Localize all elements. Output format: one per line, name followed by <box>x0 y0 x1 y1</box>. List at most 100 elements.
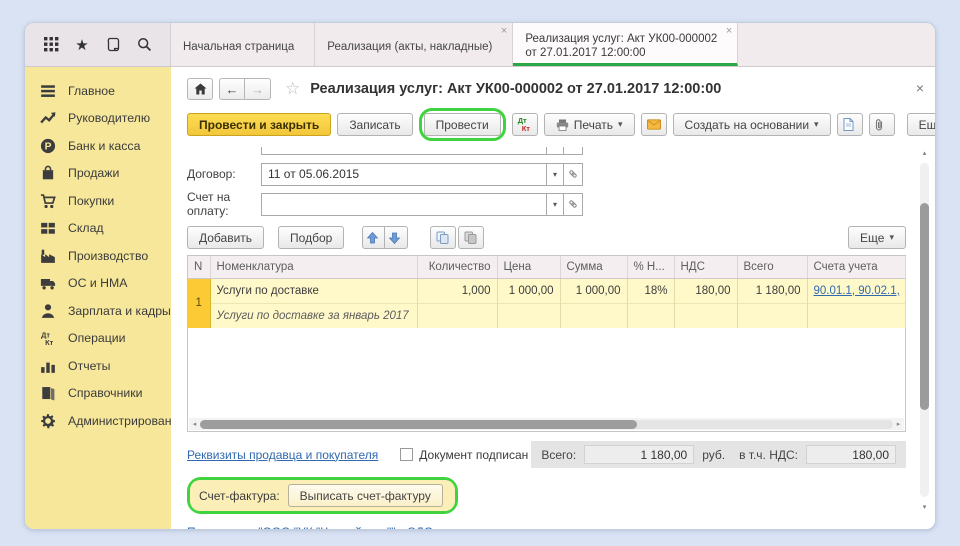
print-button[interactable]: Печать▾ <box>544 113 635 136</box>
invoice-payment-input[interactable] <box>261 193 546 216</box>
contract-link-icon[interactable] <box>564 163 583 186</box>
col-quantity[interactable]: Количество <box>417 256 497 278</box>
sum-cell[interactable]: 1 000,00 <box>560 278 627 303</box>
tab-close-icon[interactable]: × <box>501 26 507 37</box>
nomenclature-cell[interactable]: Услуги по доставке <box>210 278 417 303</box>
create-on-basis-button[interactable]: Создать на основании▾ <box>673 113 831 136</box>
col-total[interactable]: Всего <box>737 256 807 278</box>
col-vat-rate[interactable]: % Н... <box>627 256 674 278</box>
sidebar-item-salary-hr[interactable]: Зарплата и кадры <box>25 297 171 325</box>
sidebar-item-bank-cash[interactable]: Р Банк и касса <box>25 132 171 160</box>
connect-edo-link[interactable]: Подключить "ООО "УК "Чистый дом"" к ЭДО <box>187 525 433 530</box>
tab-realization-doc[interactable]: Реализация услуг: Акт УК00-000002 от 27.… <box>513 23 738 66</box>
document-file-button[interactable] <box>837 113 863 136</box>
window-vertical-scrollbar[interactable]: ▴ ▾ <box>918 149 931 511</box>
move-up-button[interactable] <box>362 226 385 249</box>
printer-icon <box>556 119 569 131</box>
invoice-payment-label: Счет на оплату: <box>187 190 261 218</box>
sidebar-item-production[interactable]: Производство <box>25 242 171 270</box>
shopping-cart-icon <box>40 193 56 209</box>
back-button[interactable]: ← <box>219 78 245 100</box>
col-nomenclature[interactable]: Номенклатура <box>210 256 417 278</box>
invoice-payment-link-icon[interactable] <box>564 193 583 216</box>
sidebar-item-label: Операции <box>68 331 126 345</box>
post-and-close-button[interactable]: Провести и закрыть <box>187 113 331 136</box>
home-button[interactable] <box>187 78 213 100</box>
content-cell[interactable]: Услуги по доставке за январь 2017 <box>210 303 417 328</box>
email-button[interactable] <box>641 113 667 136</box>
issue-invoice-button[interactable]: Выписать счет-фактуру <box>288 484 443 507</box>
tab-realization-list[interactable]: Реализация (акты, накладные) × <box>315 23 513 66</box>
sidebar-item-main[interactable]: Главное <box>25 77 171 105</box>
total-cell[interactable]: 1 180,00 <box>737 278 807 303</box>
pick-button[interactable]: Подбор <box>278 226 344 249</box>
sidebar-item-label: Зарплата и кадры <box>68 304 171 318</box>
dtkt-icon: Дт Кт <box>518 117 530 132</box>
history-icon[interactable] <box>102 34 124 56</box>
attachment-button[interactable] <box>869 113 895 136</box>
favorite-star-icon[interactable]: ☆ <box>285 79 300 99</box>
invoice-payment-dropdown-icon[interactable]: ▾ <box>546 193 564 216</box>
seller-buyer-requisites-link[interactable]: Реквизиты продавца и покупателя <box>187 448 378 462</box>
sidebar-item-operations[interactable]: ДтКт Операции <box>25 325 171 353</box>
vat-rate-cell[interactable]: 18% <box>627 278 674 303</box>
save-button[interactable]: Записать <box>337 113 412 136</box>
vat-cell[interactable]: 180,00 <box>674 278 737 303</box>
trend-chart-icon <box>40 110 56 126</box>
post-button[interactable]: Провести <box>424 113 501 136</box>
dtkt-button[interactable]: Дт Кт <box>512 113 538 136</box>
sidebar-item-directories[interactable]: Справочники <box>25 380 171 408</box>
table-subrow[interactable]: Услуги по доставке за январь 2017 <box>188 303 905 328</box>
total-label: Всего: <box>541 448 576 462</box>
paste-button[interactable] <box>458 226 484 249</box>
contract-dropdown-icon[interactable]: ▾ <box>546 163 564 186</box>
favorites-star-icon[interactable]: ★ <box>71 34 93 56</box>
search-icon[interactable] <box>133 34 155 56</box>
document-toolbar: Провести и закрыть Записать Провести Дт … <box>171 100 935 147</box>
add-row-button[interactable]: Добавить <box>187 226 264 249</box>
accounts-cell: 90.01.1, 90.02.1, <box>807 278 905 303</box>
sidebar-item-reports[interactable]: Отчеты <box>25 352 171 380</box>
edo-link-row: Подключить "ООО "УК "Чистый дом"" к ЭДО <box>187 525 935 530</box>
document-close-icon[interactable]: × <box>916 81 924 95</box>
scroll-down-icon[interactable]: ▾ <box>918 503 931 511</box>
tab-home[interactable]: Начальная страница <box>171 23 315 66</box>
document-signed-checkbox[interactable] <box>400 448 413 461</box>
table-row[interactable]: 1 Услуги по доставке 1,000 1 000,00 1 00… <box>188 278 905 303</box>
arrow-up-icon <box>367 232 378 244</box>
col-vat[interactable]: НДС <box>674 256 737 278</box>
col-n[interactable]: N <box>188 256 210 278</box>
partial-field-above: ▾ <box>261 147 583 156</box>
scroll-left-icon[interactable]: ◂ <box>189 420 200 428</box>
scroll-up-icon[interactable]: ▴ <box>918 149 931 157</box>
menu-grid-icon[interactable] <box>40 34 62 56</box>
sidebar-item-administration[interactable]: Администрирование <box>25 407 171 435</box>
accounts-link[interactable]: 90.01.1, 90.02.1, <box>814 285 900 297</box>
sidebar-item-fixed-assets[interactable]: ОС и НМА <box>25 270 171 298</box>
contract-label: Договор: <box>187 167 261 181</box>
copy-button[interactable] <box>430 226 456 249</box>
document-footer-row: Реквизиты продавца и покупателя Документ… <box>187 441 906 468</box>
sidebar-item-warehouse[interactable]: Склад <box>25 215 171 243</box>
sidebar-item-sales[interactable]: Продажи <box>25 160 171 188</box>
sidebar-item-purchases[interactable]: Покупки <box>25 187 171 215</box>
document-form: ▾ Договор: 11 от 05.06.2015 ▾ Счет на оп… <box>171 147 935 530</box>
gear-icon <box>40 413 56 429</box>
col-sum[interactable]: Сумма <box>560 256 627 278</box>
col-price[interactable]: Цена <box>497 256 560 278</box>
hscroll-thumb[interactable] <box>200 420 637 429</box>
table-horizontal-scrollbar[interactable]: ◂ ▸ <box>189 418 904 430</box>
price-cell[interactable]: 1 000,00 <box>497 278 560 303</box>
tab-close-icon[interactable]: × <box>726 26 732 37</box>
sidebar-item-manager[interactable]: Руководителю <box>25 105 171 133</box>
quantity-cell[interactable]: 1,000 <box>417 278 497 303</box>
vscroll-thumb[interactable] <box>920 203 929 410</box>
forward-button[interactable]: → <box>245 78 271 100</box>
scroll-right-icon[interactable]: ▸ <box>893 420 904 428</box>
col-accounts[interactable]: Счета учета <box>807 256 905 278</box>
invoice-label: Счет-фактура: <box>199 489 280 503</box>
table-more-button[interactable]: Еще▾ <box>848 226 906 249</box>
move-down-button[interactable] <box>385 226 408 249</box>
contract-input[interactable]: 11 от 05.06.2015 <box>261 163 546 186</box>
toolbar-more-button[interactable]: Еще▾ <box>907 113 936 136</box>
